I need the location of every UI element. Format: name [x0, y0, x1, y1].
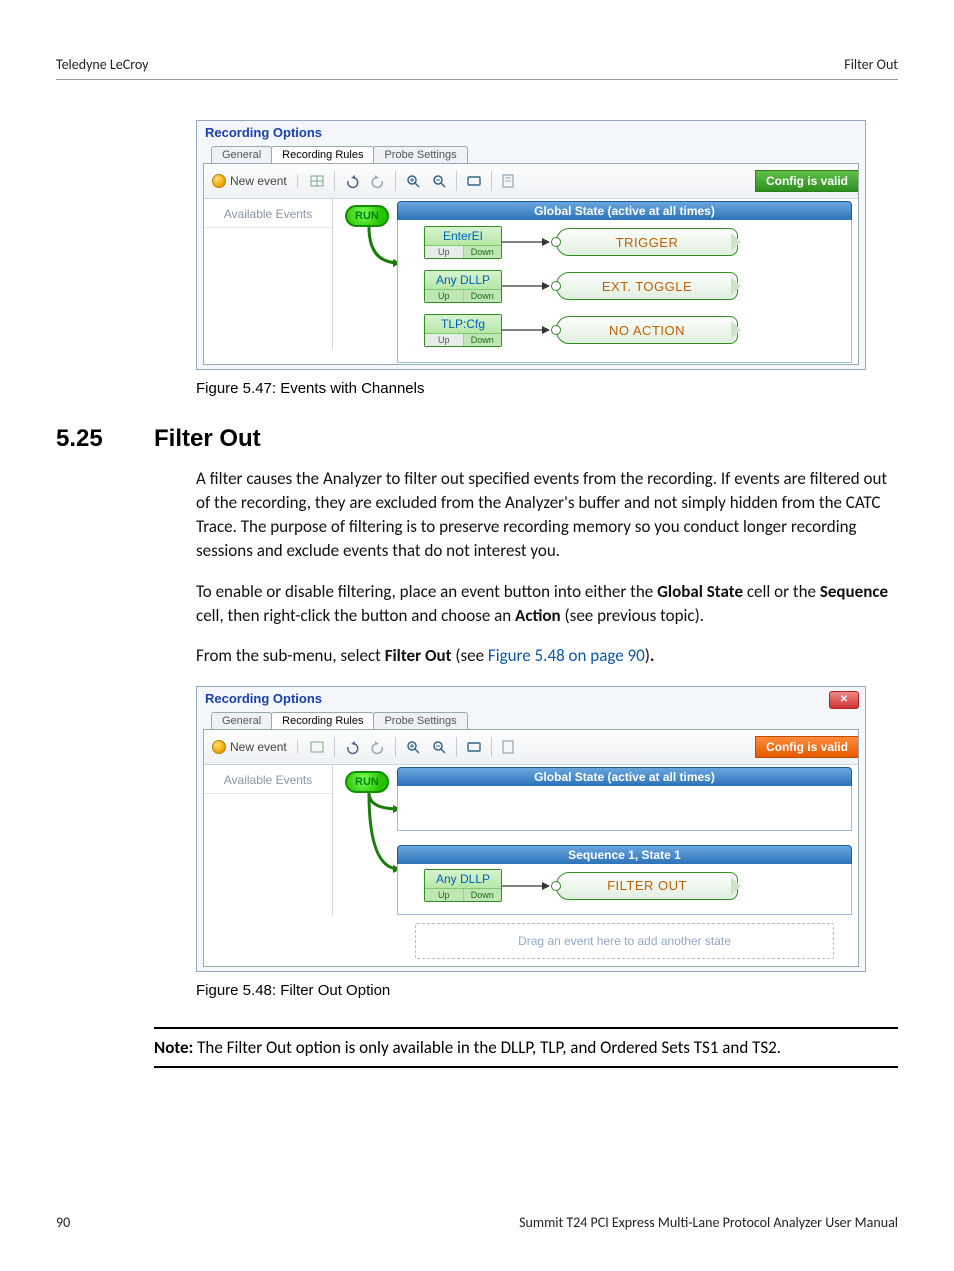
- recording-options-window-2: Recording Options ✕ General Recording Ru…: [196, 686, 866, 972]
- header-right: Filter Out: [844, 56, 898, 73]
- channel-down[interactable]: Down: [464, 246, 502, 258]
- channel-up[interactable]: Up: [425, 334, 464, 346]
- tab-recording-rules[interactable]: Recording Rules: [271, 146, 374, 163]
- action-ext-toggle[interactable]: EXT. TOGGLE: [556, 272, 738, 300]
- global-state-header: Global State (active at all times): [397, 201, 852, 221]
- config-valid-badge: Config is valid: [755, 170, 858, 192]
- event-tlp-cfg[interactable]: TLP:CfgUpDown: [424, 314, 502, 347]
- page-header: Teledyne LeCroy Filter Out: [56, 56, 898, 80]
- event-enterei[interactable]: EnterEIUpDown: [424, 226, 502, 259]
- page-number: 90: [56, 1214, 70, 1231]
- new-event-label: New event: [230, 740, 287, 754]
- toggle-grid-icon[interactable]: [306, 170, 328, 192]
- new-event-icon: [212, 740, 226, 754]
- channel-down[interactable]: Down: [464, 334, 502, 346]
- section-heading: 5.25 Filter Out: [56, 425, 898, 453]
- manual-title: Summit T24 PCI Express Multi-Lane Protoc…: [519, 1214, 898, 1231]
- redo-icon[interactable]: [367, 170, 389, 192]
- new-event-button[interactable]: New event: [212, 740, 298, 754]
- tab-probe-settings[interactable]: Probe Settings: [373, 146, 467, 163]
- fit-icon[interactable]: [463, 736, 485, 758]
- recording-options-window-1: Recording Options General Recording Rule…: [196, 120, 866, 370]
- undo-icon[interactable]: [341, 736, 363, 758]
- run-node[interactable]: RUN: [345, 771, 389, 793]
- window-title: Recording Options: [197, 121, 865, 146]
- action-filter-out[interactable]: FILTER OUT: [556, 872, 738, 900]
- new-event-icon: [212, 174, 226, 188]
- zoom-out-icon[interactable]: [428, 170, 450, 192]
- tab-general[interactable]: General: [211, 146, 272, 163]
- paragraph-1: A filter causes the Analyzer to filter o…: [196, 467, 898, 564]
- figure-caption-48: Figure 5.48: Filter Out Option: [196, 982, 898, 999]
- properties-icon[interactable]: [498, 736, 520, 758]
- section-number: 5.25: [56, 425, 126, 453]
- close-icon[interactable]: ✕: [829, 691, 859, 709]
- note-label: Note:: [154, 1037, 193, 1058]
- zoom-in-icon[interactable]: [402, 170, 424, 192]
- paragraph-3: From the sub-menu, select Filter Out (se…: [196, 644, 898, 668]
- channel-up[interactable]: Up: [425, 290, 464, 302]
- section-title: Filter Out: [154, 425, 261, 453]
- available-events-header: Available Events: [204, 205, 332, 228]
- drop-zone[interactable]: Drag an event here to add another state: [415, 923, 834, 959]
- run-node[interactable]: RUN: [345, 205, 389, 227]
- zoom-in-icon[interactable]: [402, 736, 424, 758]
- new-event-button[interactable]: New event: [212, 174, 298, 188]
- channel-up[interactable]: Up: [425, 246, 464, 258]
- header-left: Teledyne LeCroy: [56, 56, 149, 73]
- figure-caption-47: Figure 5.47: Events with Channels: [196, 380, 898, 397]
- toggle-grid-icon[interactable]: [306, 736, 328, 758]
- tab-general[interactable]: General: [211, 712, 272, 729]
- channel-up[interactable]: Up: [425, 889, 464, 901]
- global-state-header: Global State (active at all times): [397, 767, 852, 787]
- action-no-action[interactable]: NO ACTION: [556, 316, 738, 344]
- sequence-state-header: Sequence 1, State 1: [397, 845, 852, 865]
- note-box: Note: The Filter Out option is only avai…: [154, 1027, 898, 1068]
- channel-down[interactable]: Down: [464, 889, 502, 901]
- window-title: Recording Options: [197, 687, 865, 712]
- tab-recording-rules[interactable]: Recording Rules: [271, 712, 374, 729]
- undo-icon[interactable]: [341, 170, 363, 192]
- paragraph-2: To enable or disable filtering, place an…: [196, 580, 898, 628]
- config-valid-badge: Config is valid: [755, 736, 858, 758]
- event-any-dllp[interactable]: Any DLLP UpDown: [424, 869, 502, 902]
- redo-icon[interactable]: [367, 736, 389, 758]
- available-events-header: Available Events: [204, 771, 332, 794]
- fit-icon[interactable]: [463, 170, 485, 192]
- event-any-dllp[interactable]: Any DLLPUpDown: [424, 270, 502, 303]
- action-trigger[interactable]: TRIGGER: [556, 228, 738, 256]
- channel-down[interactable]: Down: [464, 290, 502, 302]
- note-text: The Filter Out option is only available …: [193, 1037, 781, 1058]
- tab-probe-settings[interactable]: Probe Settings: [373, 712, 467, 729]
- properties-icon[interactable]: [498, 170, 520, 192]
- page-footer: 90 Summit T24 PCI Express Multi-Lane Pro…: [56, 1208, 898, 1231]
- new-event-label: New event: [230, 174, 287, 188]
- figure-link-48[interactable]: Figure 5.48 on page 90: [488, 645, 645, 666]
- zoom-out-icon[interactable]: [428, 736, 450, 758]
